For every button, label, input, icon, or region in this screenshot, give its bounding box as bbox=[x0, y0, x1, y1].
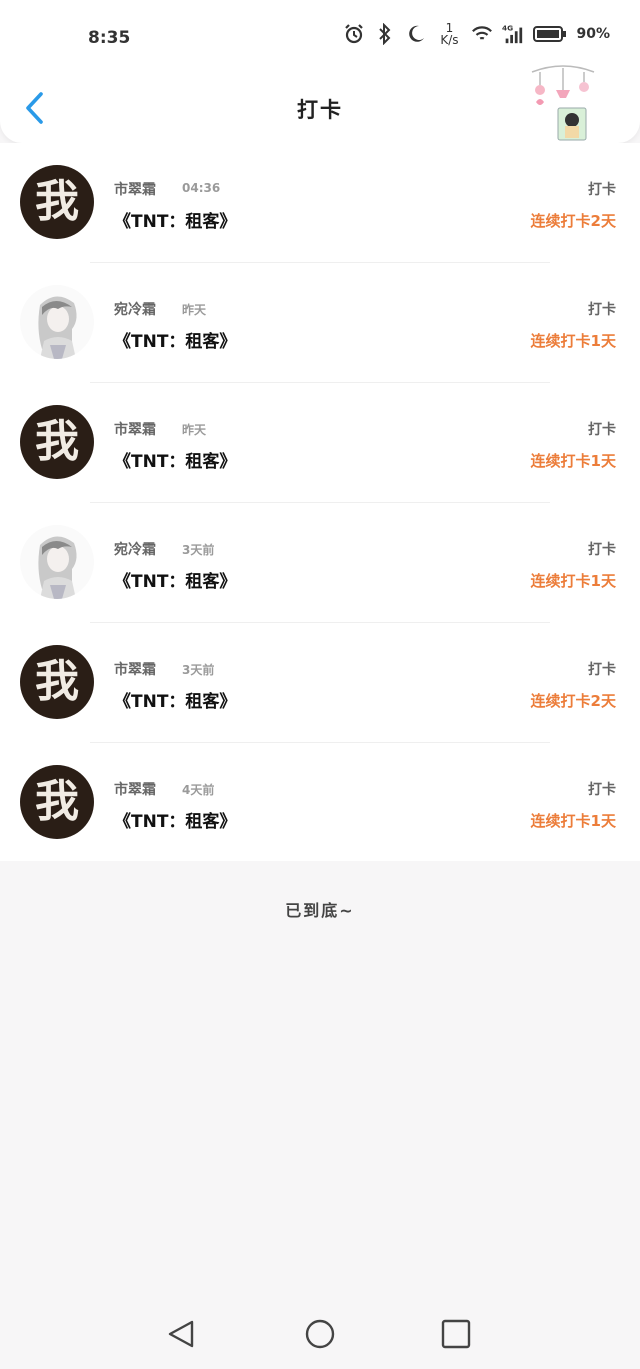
bluetooth-icon bbox=[374, 23, 396, 45]
avatar[interactable]: 我 bbox=[20, 165, 94, 239]
square-recents-icon bbox=[441, 1319, 471, 1349]
end-of-list-text: 已到底~ bbox=[285, 901, 355, 920]
user-name[interactable]: 市翠霜 bbox=[114, 179, 156, 199]
cellular-signal-icon: 4G bbox=[502, 23, 524, 45]
checkin-tag: 打卡 bbox=[588, 542, 616, 558]
list-item[interactable]: 我 市翠霜 昨天 《TNT：租客》 打卡 连续打卡1天 bbox=[0, 383, 640, 503]
checkin-tag: 打卡 bbox=[588, 302, 616, 318]
nav-recents-button[interactable] bbox=[438, 1316, 474, 1352]
avatar[interactable]: 我 bbox=[20, 765, 94, 839]
checkin-tag: 打卡 bbox=[588, 782, 616, 798]
user-name[interactable]: 市翠霜 bbox=[114, 779, 156, 799]
list-item[interactable]: 宛冷霜 昨天 《TNT：租客》 打卡 连续打卡1天 bbox=[0, 263, 640, 383]
book-title[interactable]: 《TNT：租客》 bbox=[114, 687, 236, 712]
list-item[interactable]: 我 市翠霜 04:36 《TNT：租客》 打卡 连续打卡2天 bbox=[0, 143, 640, 263]
user-name[interactable]: 宛冷霜 bbox=[114, 299, 156, 319]
nav-back-button[interactable] bbox=[164, 1316, 200, 1352]
avatar[interactable] bbox=[20, 525, 94, 599]
book-title[interactable]: 《TNT：租客》 bbox=[114, 807, 236, 832]
status-icons: 1 K/s 4G 90% bbox=[343, 22, 610, 46]
header: 打卡 bbox=[0, 65, 640, 143]
checkin-time: 昨天 bbox=[182, 423, 207, 437]
book-title[interactable]: 《TNT：租客》 bbox=[114, 327, 236, 352]
battery-percent: 90% bbox=[576, 26, 610, 42]
avatar[interactable] bbox=[20, 285, 94, 359]
checkin-time: 昨天 bbox=[182, 303, 207, 317]
user-name[interactable]: 宛冷霜 bbox=[114, 539, 156, 559]
list-item[interactable]: 我 市翠霜 4天前 《TNT：租客》 打卡 连续打卡1天 bbox=[0, 743, 640, 863]
network-type-label: 4G bbox=[502, 23, 513, 32]
checkin-time: 3天前 bbox=[182, 543, 215, 557]
streak-label: 连续打卡1天 bbox=[530, 452, 616, 470]
checkin-tag: 打卡 bbox=[588, 182, 616, 198]
network-speed: 1 K/s bbox=[440, 21, 459, 47]
streak-label: 连续打卡2天 bbox=[530, 692, 616, 710]
decorative-charm-icon bbox=[528, 50, 598, 142]
status-time: 8:35 bbox=[88, 28, 131, 48]
checkin-tag: 打卡 bbox=[588, 422, 616, 438]
book-title[interactable]: 《TNT：租客》 bbox=[114, 207, 236, 232]
avatar[interactable]: 我 bbox=[20, 645, 94, 719]
system-nav-bar bbox=[0, 1300, 640, 1369]
avatar[interactable]: 我 bbox=[20, 405, 94, 479]
checkin-time: 3天前 bbox=[182, 663, 215, 677]
moon-icon bbox=[405, 23, 427, 45]
list-item[interactable]: 宛冷霜 3天前 《TNT：租客》 打卡 连续打卡1天 bbox=[0, 503, 640, 623]
alarm-icon bbox=[343, 23, 365, 45]
battery-icon bbox=[533, 23, 567, 45]
list-item[interactable]: 我 市翠霜 3天前 《TNT：租客》 打卡 连续打卡2天 bbox=[0, 623, 640, 743]
checkin-time: 4天前 bbox=[182, 783, 215, 797]
streak-label: 连续打卡1天 bbox=[530, 332, 616, 350]
triangle-back-icon bbox=[168, 1320, 194, 1348]
top-card: 8:35 1 K/s 4G 90% 打卡 bbox=[0, 0, 640, 143]
checkin-tag: 打卡 bbox=[588, 662, 616, 678]
wifi-icon bbox=[471, 23, 493, 45]
streak-label: 连续打卡1天 bbox=[530, 572, 616, 590]
circle-home-icon bbox=[305, 1319, 335, 1349]
user-name[interactable]: 市翠霜 bbox=[114, 419, 156, 439]
girl-portrait-icon bbox=[20, 285, 94, 359]
checkin-list: 我 市翠霜 04:36 《TNT：租客》 打卡 连续打卡2天 宛冷霜 昨天 《T… bbox=[0, 143, 640, 861]
streak-label: 连续打卡1天 bbox=[530, 812, 616, 830]
girl-portrait-icon bbox=[20, 525, 94, 599]
checkin-time: 04:36 bbox=[182, 181, 221, 195]
book-title[interactable]: 《TNT：租客》 bbox=[114, 567, 236, 592]
nav-home-button[interactable] bbox=[302, 1316, 338, 1352]
book-title[interactable]: 《TNT：租客》 bbox=[114, 447, 236, 472]
user-name[interactable]: 市翠霜 bbox=[114, 659, 156, 679]
streak-label: 连续打卡2天 bbox=[530, 212, 616, 230]
